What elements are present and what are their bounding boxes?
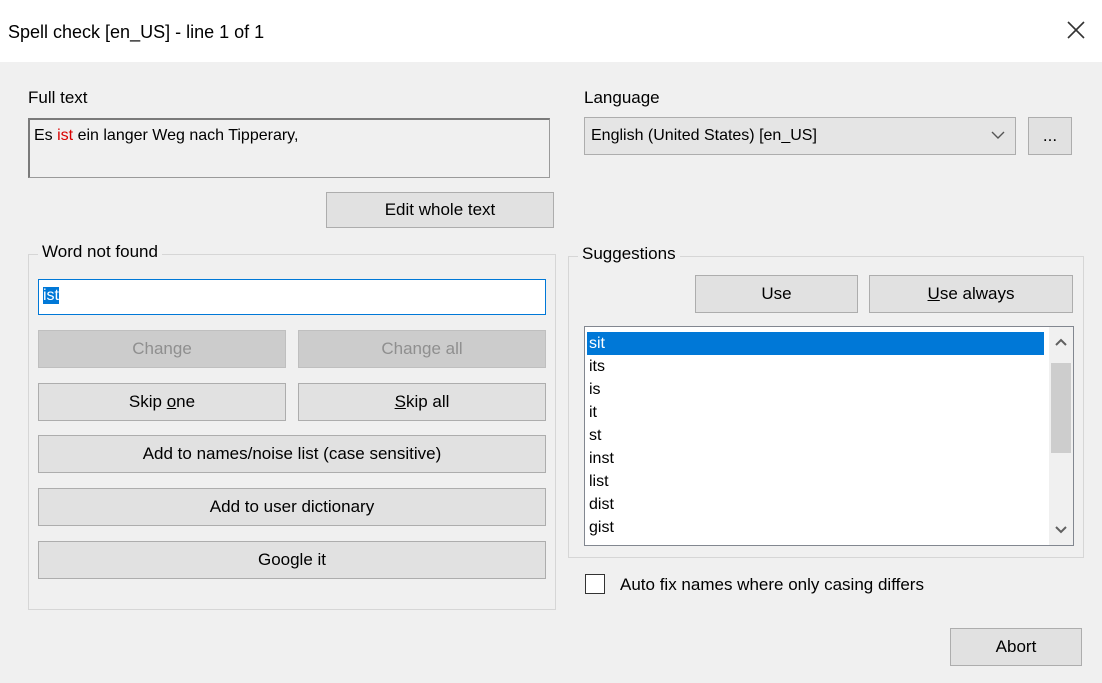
misspelled-word: ist: [57, 127, 74, 144]
language-selected: English (United States) [en_US]: [591, 127, 817, 144]
list-item[interactable]: it: [587, 401, 1044, 424]
full-text-label: Full text: [28, 88, 88, 107]
word-not-found-label: Word not found: [38, 242, 162, 262]
title-bar: Spell check [en_US] - line 1 of 1: [0, 0, 1102, 62]
skip-one-label-post: ne: [176, 392, 196, 411]
suggestions-label: Suggestions: [578, 244, 680, 264]
chevron-down-icon: [991, 131, 1005, 139]
word-input-value: ist: [43, 287, 59, 304]
window-title: Spell check [en_US] - line 1 of 1: [8, 22, 265, 42]
use-always-accel: U: [927, 284, 940, 303]
google-it-button[interactable]: Google it: [38, 541, 546, 579]
scroll-down-icon[interactable]: [1049, 515, 1073, 545]
scrollbar-thumb[interactable]: [1051, 363, 1071, 453]
full-text-box: Es ist ein langer Weg nach Tipperary,: [28, 118, 550, 178]
word-input[interactable]: ist: [38, 279, 546, 315]
list-item[interactable]: is: [587, 378, 1044, 401]
suggestions-list[interactable]: sit its is it st inst list dist gist: [584, 326, 1074, 546]
skip-one-button[interactable]: Skip o ne: [38, 383, 286, 421]
skip-all-accel: S: [394, 392, 406, 411]
list-item[interactable]: st: [587, 424, 1044, 447]
use-always-button[interactable]: Use always: [869, 275, 1073, 313]
use-button[interactable]: Use: [695, 275, 858, 313]
skip-all-button[interactable]: Skip all: [298, 383, 546, 421]
edit-whole-text-button[interactable]: Edit whole text: [326, 192, 554, 228]
close-icon[interactable]: [1062, 16, 1090, 44]
skip-one-accel: o: [166, 392, 177, 411]
add-to-names-list-button[interactable]: Add to names/noise list (case sensitive): [38, 435, 546, 473]
list-item[interactable]: gist: [587, 516, 1044, 539]
scroll-up-icon[interactable]: [1049, 327, 1073, 357]
language-more-button[interactable]: ...: [1028, 117, 1072, 155]
auto-fix-label: Auto fix names where only casing differs: [620, 575, 924, 594]
language-dropdown[interactable]: English (United States) [en_US]: [584, 117, 1016, 155]
add-to-user-dictionary-button[interactable]: Add to user dictionary: [38, 488, 546, 526]
full-text-before: Es: [34, 127, 58, 144]
list-item[interactable]: its: [587, 355, 1044, 378]
auto-fix-checkbox[interactable]: [585, 574, 605, 594]
change-button[interactable]: Change: [38, 330, 286, 368]
skip-all-label-post: kip all: [405, 392, 450, 411]
list-item[interactable]: sit: [587, 332, 1044, 355]
full-text-after: ein langer Weg nach Tipperary,: [73, 127, 299, 144]
change-all-button[interactable]: Change all: [298, 330, 546, 368]
skip-one-label-pre: Skip: [128, 392, 167, 411]
language-label: Language: [584, 88, 660, 107]
list-item[interactable]: list: [587, 470, 1044, 493]
abort-button[interactable]: Abort: [950, 628, 1082, 666]
list-item[interactable]: dist: [587, 493, 1044, 516]
list-item[interactable]: inst: [587, 447, 1044, 470]
use-always-label-post: se always: [939, 284, 1015, 303]
